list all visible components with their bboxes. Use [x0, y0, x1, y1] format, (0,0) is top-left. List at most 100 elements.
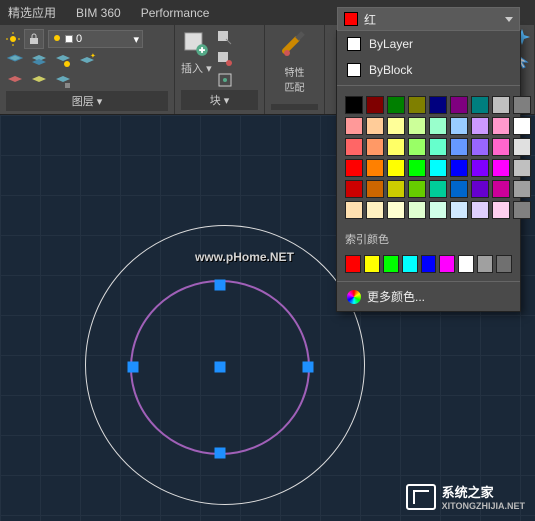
- palette-cell[interactable]: [387, 201, 405, 219]
- palette-cell[interactable]: [345, 138, 363, 156]
- color-byblock[interactable]: ByBlock: [337, 57, 520, 83]
- index-color-cell[interactable]: [439, 255, 455, 273]
- layer-tool-5[interactable]: [6, 73, 24, 91]
- palette-cell[interactable]: [345, 159, 363, 177]
- palette-cell[interactable]: [450, 159, 468, 177]
- palette-cell[interactable]: [366, 117, 384, 135]
- palette-cell[interactable]: [471, 117, 489, 135]
- palette-cell[interactable]: [429, 201, 447, 219]
- tab-performance[interactable]: Performance: [141, 6, 210, 20]
- palette-cell[interactable]: [429, 117, 447, 135]
- palette-cell[interactable]: [513, 117, 531, 135]
- palette-cell[interactable]: [513, 159, 531, 177]
- layer-tool-2[interactable]: [30, 52, 48, 70]
- watermark-phome: www.pHome.NET: [195, 250, 294, 264]
- grip-left[interactable]: [128, 362, 139, 373]
- palette-cell[interactable]: [366, 180, 384, 198]
- palette-cell[interactable]: [513, 96, 531, 114]
- palette-cell[interactable]: [387, 117, 405, 135]
- block-tool-2[interactable]: [216, 50, 234, 68]
- palette-cell[interactable]: [492, 180, 510, 198]
- panel-match: 特性 匹配: [265, 25, 325, 114]
- palette-cell[interactable]: [387, 180, 405, 198]
- palette-cell[interactable]: [387, 96, 405, 114]
- index-color-cell[interactable]: [345, 255, 361, 273]
- palette-cell[interactable]: [387, 138, 405, 156]
- tab-featured[interactable]: 精选应用: [8, 4, 56, 21]
- panel-title-layer[interactable]: 图层 ▾: [6, 91, 168, 111]
- palette-cell[interactable]: [492, 201, 510, 219]
- current-color-swatch: [344, 12, 358, 26]
- watermark-xitong: 系统之家 XITONGZHIJIA.NET: [406, 482, 525, 511]
- grip-right[interactable]: [303, 362, 314, 373]
- palette-cell[interactable]: [492, 96, 510, 114]
- palette-cell[interactable]: [366, 138, 384, 156]
- palette-cell[interactable]: [408, 159, 426, 177]
- palette-cell[interactable]: [471, 201, 489, 219]
- layer-tool-1[interactable]: [6, 52, 24, 70]
- palette-cell[interactable]: [471, 138, 489, 156]
- layer-tool-7[interactable]: [54, 73, 72, 91]
- palette-cell[interactable]: [492, 138, 510, 156]
- palette-cell[interactable]: [345, 117, 363, 135]
- layer-tool-4[interactable]: ✦: [78, 52, 96, 70]
- palette-cell[interactable]: [366, 201, 384, 219]
- bylayer-swatch: [347, 37, 361, 51]
- palette-cell[interactable]: [408, 117, 426, 135]
- palette-cell[interactable]: [513, 201, 531, 219]
- more-colors[interactable]: 更多颜色...: [337, 281, 520, 311]
- palette-cell[interactable]: [450, 180, 468, 198]
- palette-cell[interactable]: [450, 138, 468, 156]
- palette-cell[interactable]: [471, 96, 489, 114]
- block-tool-1[interactable]: [216, 29, 234, 47]
- palette-cell[interactable]: [345, 180, 363, 198]
- grip-bottom[interactable]: [215, 448, 226, 459]
- palette-cell[interactable]: [345, 96, 363, 114]
- block-tool-3[interactable]: [216, 71, 234, 89]
- match-label: 特性 匹配: [285, 64, 305, 94]
- palette-cell[interactable]: [513, 180, 531, 198]
- color-bylayer[interactable]: ByLayer: [337, 31, 520, 57]
- palette-cell[interactable]: [450, 96, 468, 114]
- palette-cell[interactable]: [408, 201, 426, 219]
- palette-cell[interactable]: [408, 96, 426, 114]
- index-color-cell[interactable]: [402, 255, 418, 273]
- index-color-cell[interactable]: [364, 255, 380, 273]
- palette-cell[interactable]: [429, 96, 447, 114]
- palette-cell[interactable]: [471, 180, 489, 198]
- palette-cell[interactable]: [471, 159, 489, 177]
- palette-cell[interactable]: [450, 117, 468, 135]
- palette-cell[interactable]: [387, 159, 405, 177]
- layer-tool-3[interactable]: [54, 52, 72, 70]
- layer-dropdown[interactable]: 0 ▾: [48, 30, 143, 48]
- palette-cell[interactable]: [492, 117, 510, 135]
- palette-cell[interactable]: [366, 96, 384, 114]
- insert-icon[interactable]: [181, 29, 212, 60]
- color-current[interactable]: 红: [337, 7, 520, 31]
- panel-title-block[interactable]: 块 ▾: [181, 90, 258, 110]
- palette-cell[interactable]: [366, 159, 384, 177]
- byblock-swatch: [347, 63, 361, 77]
- lock-icon[interactable]: [24, 29, 44, 49]
- index-color-cell[interactable]: [477, 255, 493, 273]
- index-color-cell[interactable]: [383, 255, 399, 273]
- index-color-cell[interactable]: [421, 255, 437, 273]
- layer-tool-6[interactable]: [30, 73, 48, 91]
- palette-cell[interactable]: [429, 180, 447, 198]
- palette-cell[interactable]: [450, 201, 468, 219]
- index-color-cell[interactable]: [458, 255, 474, 273]
- grip-center[interactable]: [215, 362, 226, 373]
- palette-cell[interactable]: [513, 138, 531, 156]
- palette-cell[interactable]: [345, 201, 363, 219]
- tab-bim360[interactable]: BIM 360: [76, 6, 121, 20]
- palette-cell[interactable]: [429, 138, 447, 156]
- index-color-cell[interactable]: [496, 255, 512, 273]
- palette-cell[interactable]: [429, 159, 447, 177]
- match-properties-icon[interactable]: [279, 29, 311, 61]
- palette-cell[interactable]: [408, 180, 426, 198]
- grip-top[interactable]: [215, 280, 226, 291]
- palette-cell[interactable]: [492, 159, 510, 177]
- color-palette: [337, 88, 520, 227]
- panel-layer: 0 ▾ ✦ 图层 ▾: [0, 25, 175, 114]
- palette-cell[interactable]: [408, 138, 426, 156]
